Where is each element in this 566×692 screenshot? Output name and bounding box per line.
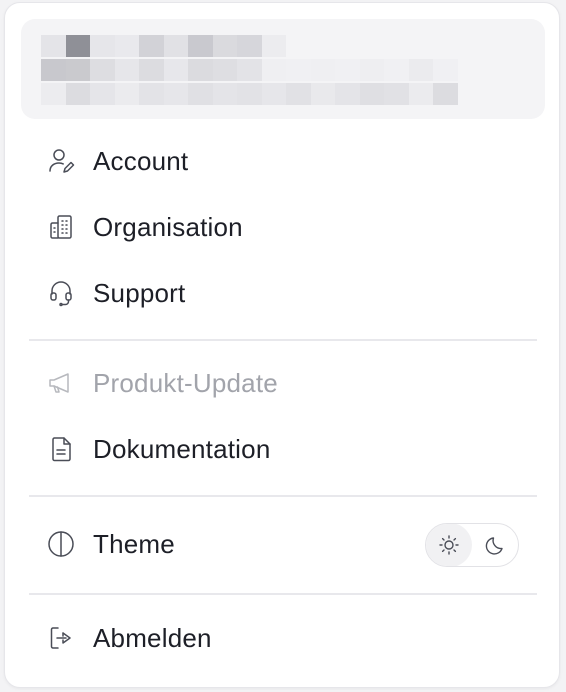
divider xyxy=(29,593,537,595)
building-icon xyxy=(45,211,77,243)
redacted-line-3 xyxy=(41,83,458,105)
headset-icon xyxy=(45,277,77,309)
menu-item-label: Support xyxy=(93,277,186,308)
sun-icon xyxy=(439,535,459,555)
menu-item-label: Dokumentation xyxy=(93,433,271,464)
megaphone-icon xyxy=(45,367,77,399)
theme-toggle xyxy=(425,523,519,567)
menu-item-label: Organisation xyxy=(93,211,243,242)
menu-item-produkt-update[interactable]: Produkt-Update xyxy=(21,355,541,411)
menu-item-abmelden[interactable]: Abmelden xyxy=(21,610,541,666)
menu-item-label: Abmelden xyxy=(93,622,212,653)
user-edit-icon xyxy=(45,145,77,177)
menu-item-label: Theme xyxy=(93,528,175,559)
redacted-line-1 xyxy=(41,35,286,57)
menu-item-account[interactable]: Account xyxy=(21,133,541,189)
redacted-line-2 xyxy=(41,59,458,81)
divider xyxy=(29,339,537,341)
contrast-icon xyxy=(45,528,77,560)
menu-item-support[interactable]: Support xyxy=(21,265,541,321)
menu-item-dokumentation[interactable]: Dokumentation xyxy=(21,421,541,477)
user-dropdown-menu: Account Organisation Support Produkt-Upd… xyxy=(4,2,560,688)
profile-card-redacted[interactable] xyxy=(21,19,545,119)
menu-item-organisation[interactable]: Organisation xyxy=(21,199,541,255)
menu-item-label: Produkt-Update xyxy=(93,367,278,398)
theme-dark-option[interactable] xyxy=(472,524,518,566)
document-icon xyxy=(45,433,77,465)
sign-out-icon xyxy=(45,622,77,654)
divider xyxy=(29,495,537,497)
theme-light-option[interactable] xyxy=(426,524,472,566)
moon-icon xyxy=(485,537,503,555)
menu-item-label: Account xyxy=(93,145,189,176)
